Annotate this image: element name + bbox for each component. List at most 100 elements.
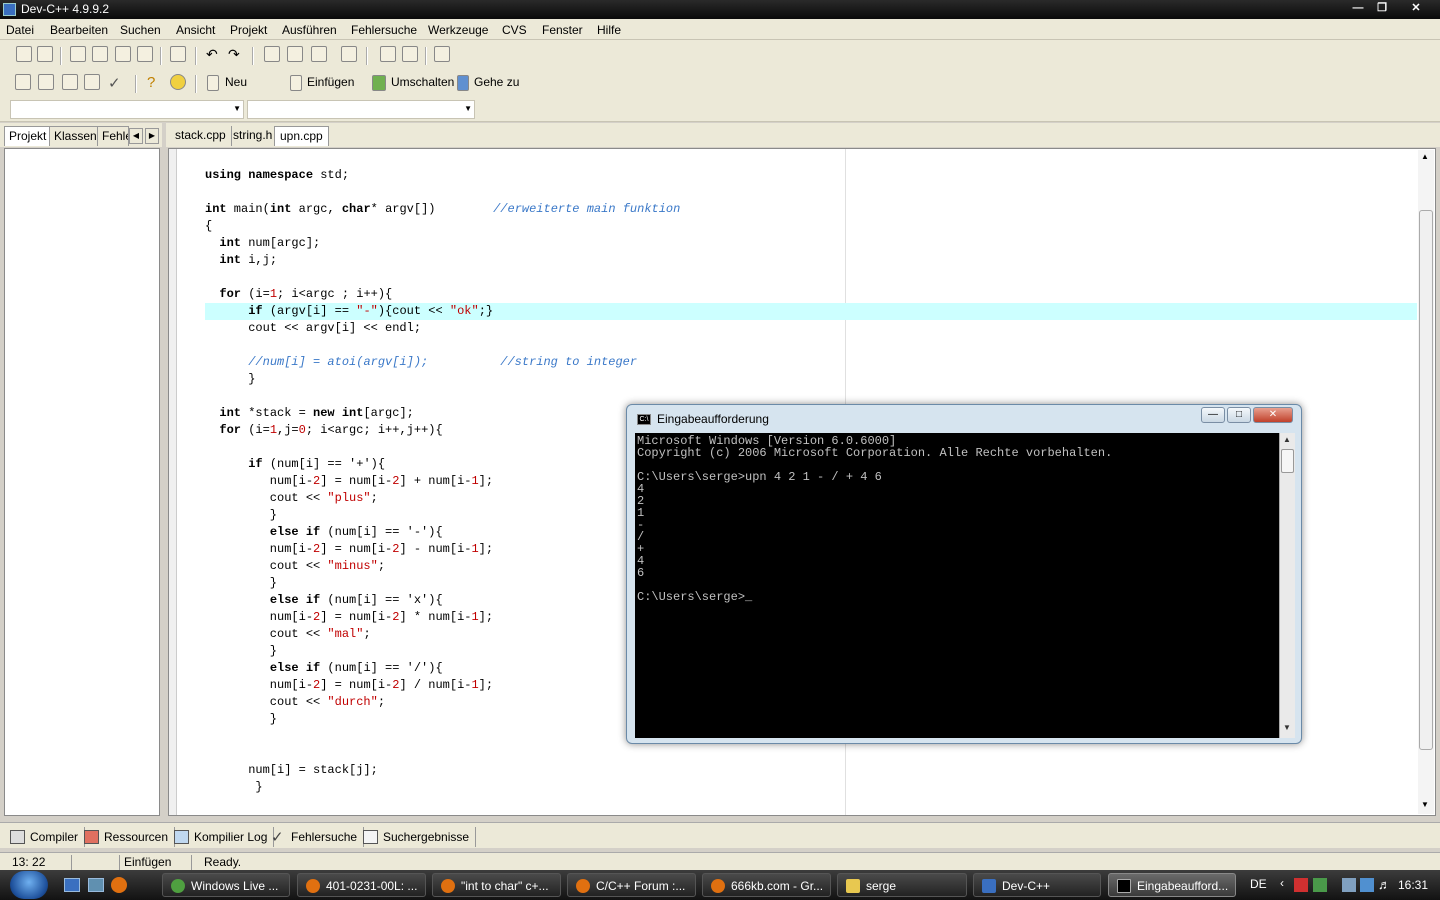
find-next-icon[interactable]	[311, 46, 327, 62]
neu-button[interactable]: Neu	[225, 75, 247, 89]
goto-icon[interactable]	[457, 75, 469, 91]
restore-button[interactable]: ❐	[1370, 1, 1394, 17]
console-minimize-button[interactable]: —	[1201, 407, 1225, 423]
find-icon[interactable]	[264, 46, 280, 62]
editor-vertical-scrollbar[interactable]: ▲ ▼	[1418, 150, 1434, 814]
command-prompt-window[interactable]: C:\ Eingabeaufforderung — □ ✕ Microsoft …	[626, 404, 1302, 744]
gehe-zu-button[interactable]: Gehe zu	[474, 75, 519, 89]
window-title: Dev-C++ 4.9.9.2	[21, 2, 110, 16]
replace-icon[interactable]	[287, 46, 303, 62]
console-close-button[interactable]: ✕	[1253, 407, 1293, 423]
toggle-bookmark-icon[interactable]	[434, 46, 450, 62]
close-file-icon[interactable]	[137, 46, 153, 62]
menu-fehlersuche[interactable]: Fehlersuche	[351, 23, 417, 37]
indent-icon[interactable]	[380, 46, 396, 62]
menu-projekt[interactable]: Projekt	[230, 23, 267, 37]
console-scroll-thumb[interactable]	[1281, 449, 1294, 473]
task-devcpp[interactable]: Dev-C++	[973, 873, 1101, 897]
unindent-icon[interactable]	[402, 46, 418, 62]
task-firefox-1[interactable]: 401-0231-00L: ...	[297, 873, 426, 897]
undo-icon[interactable]: ↶	[206, 46, 222, 62]
compile-run-icon[interactable]	[62, 74, 78, 90]
console-maximize-button[interactable]: □	[1227, 407, 1251, 423]
scrollbar-thumb[interactable]	[1419, 210, 1433, 750]
minimize-button[interactable]: —	[1346, 1, 1370, 17]
umschalten-button[interactable]: Umschalten	[391, 75, 454, 89]
insert-icon[interactable]	[290, 75, 302, 91]
tray-security-icon[interactable]	[1294, 878, 1308, 892]
start-button[interactable]	[10, 871, 48, 899]
code-line: num[i-2] = num[i-2] / num[i-1];	[205, 678, 494, 692]
language-indicator[interactable]: DE	[1250, 877, 1267, 891]
tray-update-icon[interactable]	[1360, 878, 1374, 892]
open-project-icon[interactable]	[37, 46, 53, 62]
console-scroll-up-icon[interactable]: ▲	[1283, 435, 1291, 444]
tray-app-icon[interactable]	[1313, 878, 1327, 892]
tab-scroll-left-icon[interactable]: ◀	[129, 128, 143, 144]
task-eingabeaufforderung[interactable]: Eingabeaufford...	[1108, 873, 1236, 897]
close-button[interactable]: ✕	[1400, 1, 1432, 17]
task-firefox-3[interactable]: C/C++ Forum :...	[567, 873, 696, 897]
menu-bearbeiten[interactable]: Bearbeiten	[50, 23, 108, 37]
save-all-icon[interactable]	[115, 46, 131, 62]
tab-stack-cpp[interactable]: stack.cpp	[170, 126, 232, 146]
print-icon[interactable]	[170, 46, 186, 62]
console-scrollbar[interactable]: ▲ ▼	[1279, 433, 1295, 738]
console-scroll-down-icon[interactable]: ▼	[1283, 723, 1291, 732]
search-results-icon	[363, 830, 378, 844]
tab-fehler[interactable]: Fehle	[97, 126, 129, 146]
show-desktop-icon[interactable]	[64, 878, 80, 892]
new-class-icon[interactable]	[207, 75, 219, 91]
firefox-icon	[711, 879, 725, 893]
check-icon[interactable]: ✓	[108, 74, 124, 92]
about-icon[interactable]	[170, 74, 186, 90]
code-line: int main(int argc, char* argv[]) //erwei…	[205, 202, 681, 216]
volume-icon[interactable]: ♬	[1378, 877, 1391, 892]
scroll-up-icon[interactable]: ▲	[1421, 152, 1429, 161]
code-line: {	[205, 219, 213, 233]
task-windows-live[interactable]: Windows Live ...	[162, 873, 290, 897]
compile-icon[interactable]	[15, 74, 31, 90]
project-panel[interactable]	[4, 148, 160, 816]
tray-expand-icon[interactable]: ‹	[1280, 876, 1284, 890]
firefox-quicklaunch-icon[interactable]	[111, 877, 127, 893]
menu-cvs[interactable]: CVS	[502, 23, 527, 37]
scroll-down-icon[interactable]: ▼	[1421, 800, 1429, 809]
menu-ausfuehren[interactable]: Ausführen	[282, 23, 337, 37]
tab-projekt[interactable]: Projekt	[4, 126, 52, 146]
menu-hilfe[interactable]: Hilfe	[597, 23, 621, 37]
rebuild-all-icon[interactable]	[84, 74, 100, 90]
menu-suchen[interactable]: Suchen	[120, 23, 161, 37]
new-project-icon[interactable]	[16, 46, 32, 62]
tab-fehlersuche[interactable]: ✓ Fehlersuche	[265, 827, 365, 847]
einfuegen-button[interactable]: Einfügen	[307, 75, 354, 89]
member-combo[interactable]: ▼	[247, 100, 475, 119]
console-output[interactable]: Microsoft Windows [Version 6.0.6000] Cop…	[635, 433, 1279, 738]
redo-icon[interactable]: ↷	[228, 46, 244, 62]
tab-scroll-right-icon[interactable]: ▶	[145, 128, 159, 144]
tab-upn-cpp[interactable]: upn.cpp	[274, 126, 329, 146]
new-file-icon[interactable]	[70, 46, 86, 62]
save-icon[interactable]	[92, 46, 108, 62]
clock[interactable]: 16:31	[1398, 878, 1428, 892]
task-firefox-2[interactable]: "int to char" c+...	[432, 873, 561, 897]
task-serge-folder[interactable]: serge	[837, 873, 967, 897]
class-combo[interactable]: ▼	[10, 100, 244, 119]
tab-compiler[interactable]: Compiler	[4, 827, 86, 847]
tray-network-icon[interactable]	[1342, 878, 1356, 892]
run-icon[interactable]	[38, 74, 54, 90]
menu-werkzeuge[interactable]: Werkzeuge	[428, 23, 488, 37]
tab-suchergebnisse[interactable]: Suchergebnisse	[357, 827, 477, 847]
tab-kompilier-log[interactable]: Kompilier Log	[168, 827, 275, 847]
menu-datei[interactable]: Datei	[6, 23, 34, 37]
tab-string-h[interactable]: string.h	[228, 126, 279, 146]
tab-ressourcen[interactable]: Ressourcen	[78, 827, 176, 847]
task-firefox-4[interactable]: 666kb.com - Gr...	[702, 873, 831, 897]
menu-ansicht[interactable]: Ansicht	[176, 23, 215, 37]
help-icon[interactable]: ?	[147, 74, 163, 91]
tab-klassen[interactable]: Klassen	[49, 126, 102, 146]
toggle-icon[interactable]	[372, 75, 386, 91]
menu-fenster[interactable]: Fenster	[542, 23, 583, 37]
goto-line-icon[interactable]	[341, 46, 357, 62]
switch-windows-icon[interactable]	[88, 878, 104, 892]
